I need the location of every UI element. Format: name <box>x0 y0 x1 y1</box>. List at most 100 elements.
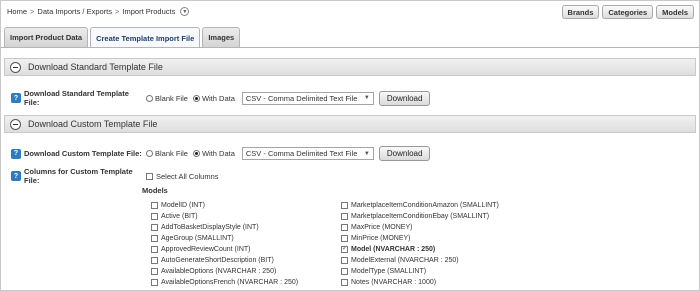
top-bar: Home > Data Imports / Exports > Import P… <box>1 1 699 23</box>
column-option[interactable]: MinPrice (MONEY) <box>341 233 499 244</box>
column-option[interactable]: Active (BIT) <box>151 211 298 222</box>
column-label: AvailableOptionsFrench (NVARCHAR : 250) <box>161 279 299 286</box>
breadcrumb-home[interactable]: Home <box>7 7 27 16</box>
column-checkbox[interactable] <box>341 268 348 275</box>
breadcrumb: Home > Data Imports / Exports > Import P… <box>7 7 190 16</box>
brands-button[interactable]: Brands <box>561 5 600 19</box>
column-option[interactable]: ModelType (SMALLINT) <box>341 266 499 277</box>
column-label: ModelExternal (NVARCHAR : 250) <box>351 257 459 264</box>
column-label: MarketplaceItemConditionEbay (SMALLINT) <box>351 213 490 220</box>
models-left-column-list: ModelID (INT) Active (BIT) AddToBasketDi… <box>151 200 298 288</box>
tab-divider <box>1 47 699 48</box>
column-checkbox[interactable] <box>341 202 348 209</box>
breadcrumb-separator: > <box>115 7 120 16</box>
help-icon[interactable]: ? <box>11 93 21 103</box>
tab-create-template-import-file[interactable]: Create Template Import File <box>90 27 201 48</box>
help-icon[interactable]: ? <box>11 171 21 181</box>
custom-section-header[interactable]: Download Custom Template File <box>4 115 696 133</box>
categories-button[interactable]: Categories <box>602 5 654 19</box>
chevron-down-icon[interactable]: ▼ <box>180 7 190 16</box>
tab-images[interactable]: Images <box>202 27 241 47</box>
column-option[interactable]: AddToBasketDisplayStyle (INT) <box>151 222 298 233</box>
column-label: AvailableOptions (NVARCHAR : 250) <box>161 268 277 275</box>
select-all-checkbox[interactable] <box>146 172 153 180</box>
download-button[interactable]: Download <box>378 146 431 161</box>
blank-file-radio[interactable] <box>146 94 153 102</box>
page-frame: Home > Data Imports / Exports > Import P… <box>0 0 700 291</box>
tab-import-product-data[interactable]: Import Product Data <box>4 27 89 47</box>
help-icon[interactable]: ? <box>11 148 21 159</box>
column-checkbox[interactable] <box>341 224 348 231</box>
column-option[interactable]: ApprovedReviewCount (INT) <box>151 244 298 255</box>
collapse-icon[interactable] <box>10 118 21 130</box>
select-all-label: Select All Columns <box>156 171 219 181</box>
column-checkbox[interactable] <box>151 257 158 264</box>
radio-label: With Data <box>201 93 235 103</box>
standard-section-header[interactable]: Download Standard Template File <box>4 58 696 76</box>
section-title: Download Standard Template File <box>28 62 163 72</box>
models-right-column-list: MarketplaceItemConditionAmazon (SMALLINT… <box>341 200 499 288</box>
column-option[interactable]: AvailableOptionsFrench (NVARCHAR : 250) <box>151 277 298 288</box>
column-label: ModelType (SMALLINT) <box>351 268 427 275</box>
column-option[interactable]: Model (NVARCHAR : 250) <box>341 244 499 255</box>
standard-download-row: ? Download Standard Template File: Blank… <box>11 89 431 107</box>
column-option[interactable]: AvailableOptions (NVARCHAR : 250) <box>151 266 298 277</box>
column-option[interactable]: ModelExternal (NVARCHAR : 250) <box>341 255 499 266</box>
breadcrumb-data-imports[interactable]: Data Imports / Exports <box>37 7 112 16</box>
chevron-down-icon: ▼ <box>363 95 370 101</box>
row-label: Download Standard Template File: <box>24 89 129 107</box>
breadcrumb-separator: > <box>30 7 35 16</box>
row-label: Columns for Custom Template File: <box>24 167 133 185</box>
blank-file-radio[interactable] <box>146 150 153 157</box>
select-value: CSV - Comma Delimited Text File <box>245 93 358 103</box>
column-label: Notes (NVARCHAR : 1000) <box>351 279 437 286</box>
column-option[interactable]: ModelID (INT) <box>151 200 298 211</box>
column-checkbox[interactable] <box>341 213 348 220</box>
column-label: AgeGroup (SMALLINT) <box>161 235 234 242</box>
column-checkbox[interactable] <box>341 279 348 286</box>
radio-label: With Data <box>201 149 235 158</box>
tab-bar: Import Product Data Create Template Impo… <box>4 27 241 48</box>
column-option[interactable]: MarketplaceItemConditionAmazon (SMALLINT… <box>341 200 499 211</box>
column-checkbox[interactable] <box>151 246 158 253</box>
column-label: Model (NVARCHAR : 250) <box>351 246 436 253</box>
section-title: Download Custom Template File <box>28 119 158 129</box>
column-label: MinPrice (MONEY) <box>351 235 411 242</box>
row-label: Download Custom Template File: <box>24 149 142 158</box>
column-label: MaxPrice (MONEY) <box>351 224 413 231</box>
column-checkbox[interactable] <box>151 268 158 275</box>
columns-row: ? Columns for Custom Template File: Sele… <box>11 167 219 185</box>
column-checkbox[interactable] <box>151 213 158 220</box>
file-format-select[interactable]: CSV - Comma Delimited Text File ▼ <box>241 147 374 160</box>
column-checkbox[interactable] <box>151 235 158 242</box>
column-option[interactable]: MaxPrice (MONEY) <box>341 222 499 233</box>
column-option[interactable]: AgeGroup (SMALLINT) <box>151 233 298 244</box>
models-title: Models <box>142 186 168 195</box>
column-label: Active (BIT) <box>161 213 198 220</box>
column-checkbox[interactable] <box>341 244 348 253</box>
column-checkbox[interactable] <box>151 224 158 231</box>
column-label: ModelID (INT) <box>161 202 205 209</box>
column-checkbox[interactable] <box>151 202 158 209</box>
radio-label: Blank File <box>155 93 188 103</box>
models-button[interactable]: Models <box>656 5 694 19</box>
select-value: CSV - Comma Delimited Text File <box>245 149 358 158</box>
breadcrumb-import-products: Import Products <box>122 7 176 16</box>
collapse-icon[interactable] <box>10 61 21 73</box>
column-option[interactable]: MarketplaceItemConditionEbay (SMALLINT) <box>341 211 499 222</box>
column-label: ApprovedReviewCount (INT) <box>161 246 251 253</box>
with-data-radio[interactable] <box>192 94 200 102</box>
column-checkbox[interactable] <box>341 257 348 264</box>
custom-download-row: ? Download Custom Template File: Blank F… <box>11 146 431 161</box>
column-checkbox[interactable] <box>151 279 158 286</box>
column-option[interactable]: AutoGenerateShortDescription (BIT) <box>151 255 298 266</box>
file-format-select[interactable]: CSV - Comma Delimited Text File ▼ <box>241 91 374 105</box>
column-checkbox[interactable] <box>341 235 348 242</box>
column-label: MarketplaceItemConditionAmazon (SMALLINT… <box>351 202 499 209</box>
download-button[interactable]: Download <box>378 90 431 106</box>
top-button-group: Brands Categories Models <box>561 5 694 19</box>
column-label: AddToBasketDisplayStyle (INT) <box>161 224 259 231</box>
with-data-radio[interactable] <box>192 150 200 157</box>
column-option[interactable]: Notes (NVARCHAR : 1000) <box>341 277 499 288</box>
chevron-down-icon: ▼ <box>363 150 370 157</box>
